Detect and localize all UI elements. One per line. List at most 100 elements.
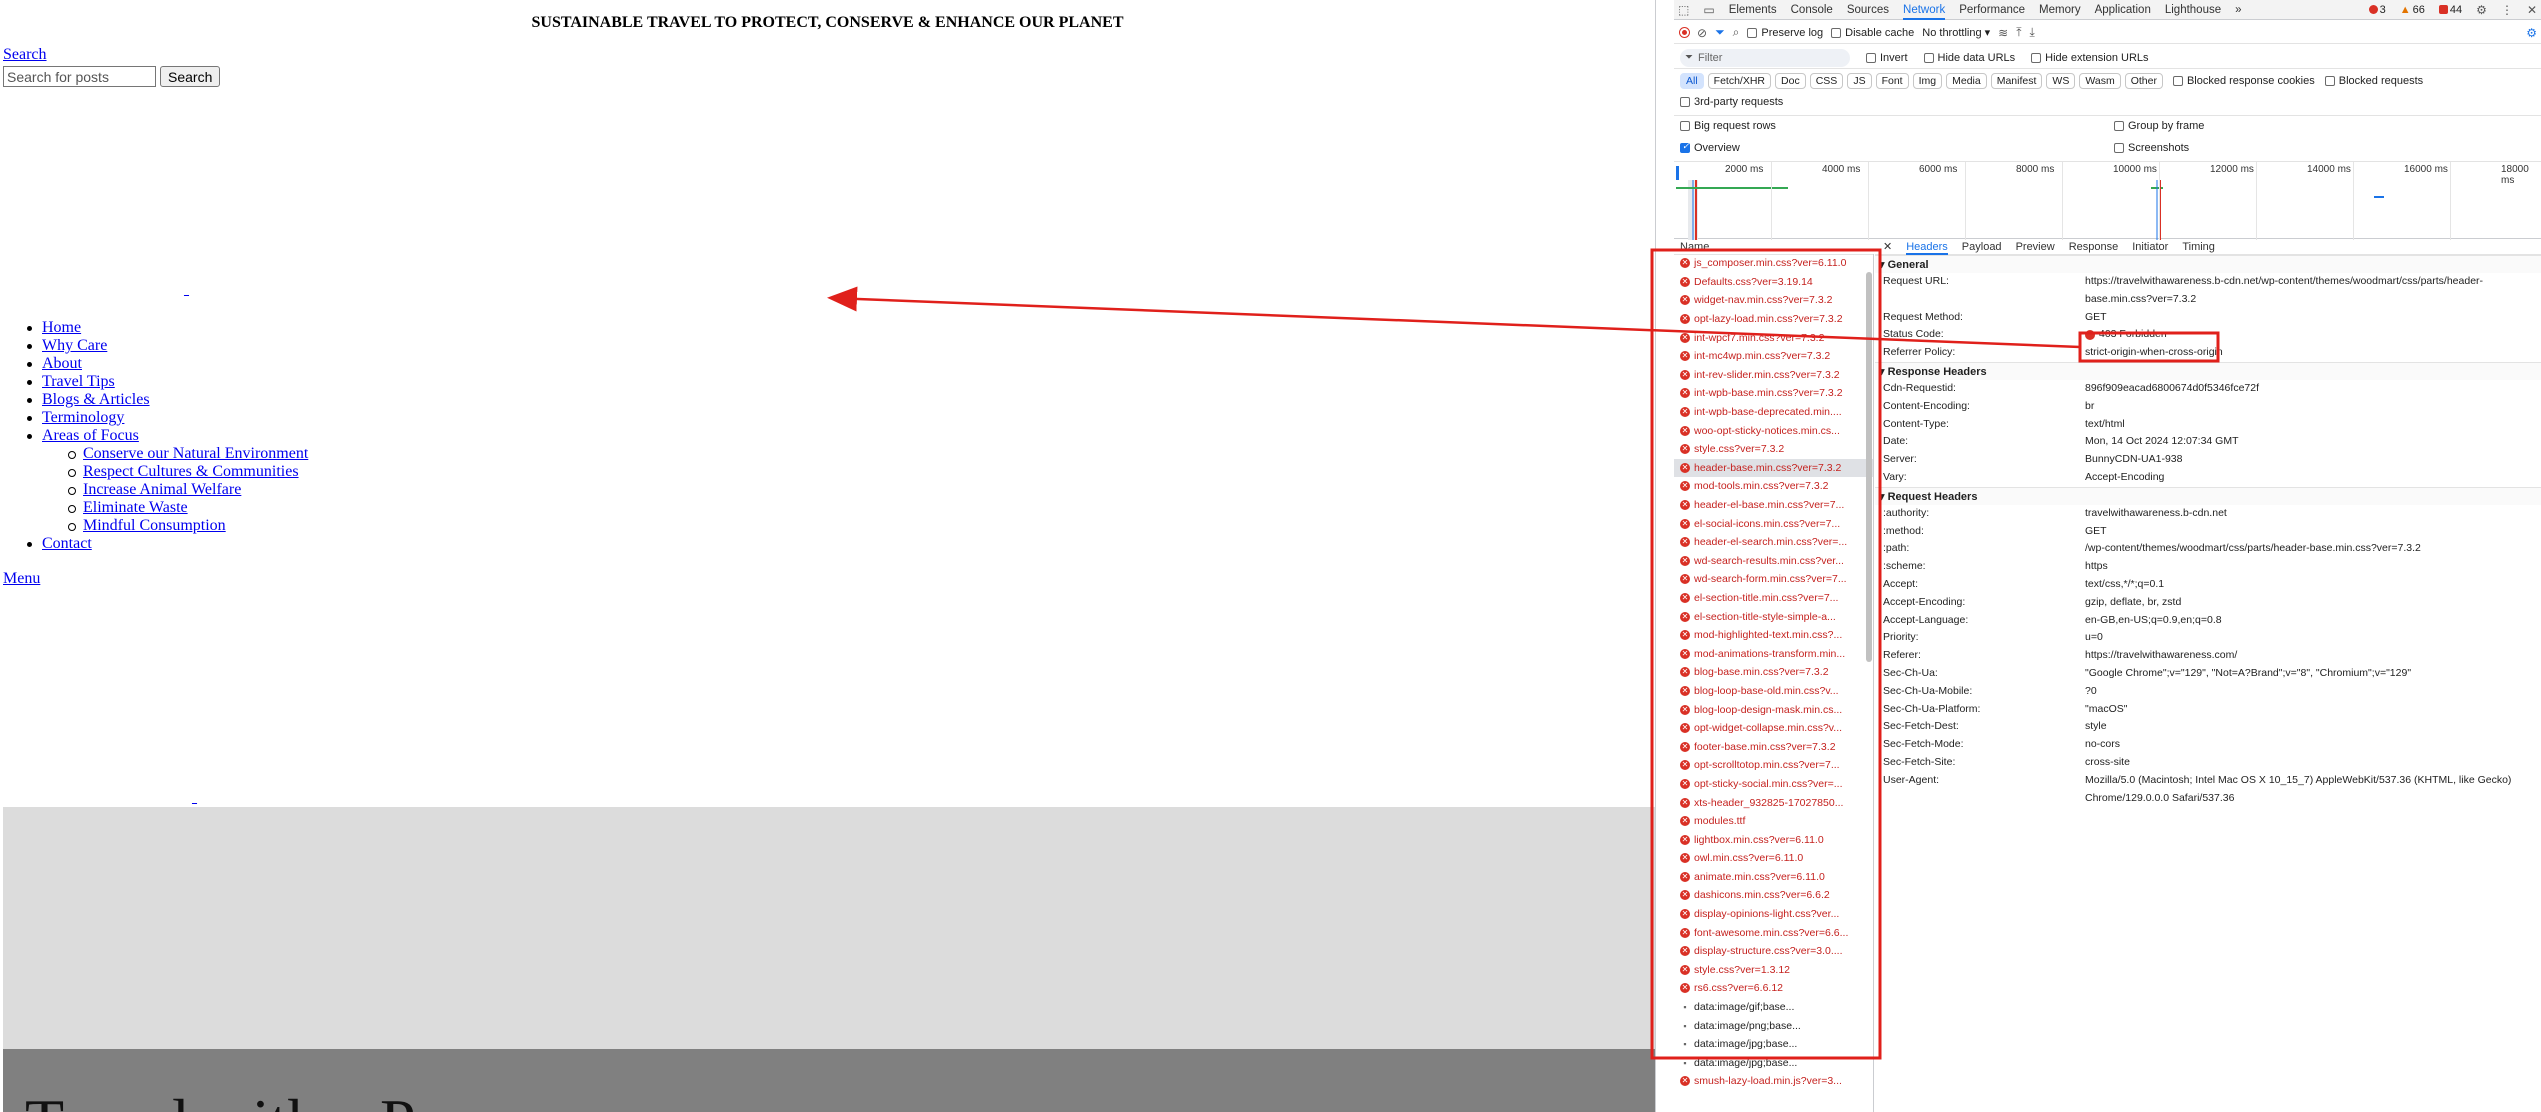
request-row[interactable]: ✕ dashicons.min.css?ver=6.6.2 xyxy=(1674,886,1873,905)
request-row[interactable]: ✕ mod-animations-transform.min... xyxy=(1674,644,1873,663)
request-row[interactable]: ✕ opt-widget-collapse.min.css?v... xyxy=(1674,719,1873,738)
request-row[interactable]: ✕ el-social-icons.min.css?ver=7... xyxy=(1674,514,1873,533)
type-chip-manifest[interactable]: Manifest xyxy=(1990,73,2043,89)
request-row[interactable]: ✕ modules.ttf xyxy=(1674,812,1873,831)
request-row[interactable]: ✕ int-rev-slider.min.css?ver=7.3.2 xyxy=(1674,366,1873,385)
request-row[interactable]: ✕ Defaults.css?ver=3.19.14 xyxy=(1674,273,1873,292)
invert-checkbox[interactable]: Invert xyxy=(1866,52,1908,64)
request-row[interactable]: ✕ opt-sticky-social.min.css?ver=... xyxy=(1674,775,1873,794)
error-count-badge[interactable]: 3 xyxy=(2368,4,2386,16)
request-row[interactable]: ▪ data:image/png;base... xyxy=(1674,1016,1873,1035)
kebab-menu-icon[interactable]: ⋮ xyxy=(2501,3,2513,17)
tab-memory[interactable]: Memory xyxy=(2039,0,2081,20)
detail-tab-headers[interactable]: Headers xyxy=(1906,239,1948,255)
request-row[interactable]: ✕ font-awesome.min.css?ver=6.6... xyxy=(1674,923,1873,942)
device-toggle-icon[interactable]: ▭ xyxy=(1703,3,1714,17)
type-chip-ws[interactable]: WS xyxy=(2046,73,2076,89)
sub-nav-link-mindful[interactable]: Mindful Consumption xyxy=(83,517,226,534)
sub-nav-link-animal[interactable]: Increase Animal Welfare xyxy=(83,481,241,498)
request-row[interactable]: ✕ footer-base.min.css?ver=7.3.2 xyxy=(1674,737,1873,756)
inspect-icon[interactable]: ⬚ xyxy=(1678,3,1689,17)
header-value[interactable]: Mozilla/5.0 (Macintosh; Intel Mac OS X 1… xyxy=(2085,772,2541,808)
request-row[interactable]: ▪ data:image/gif;base... xyxy=(1674,998,1873,1017)
search-link[interactable]: Search xyxy=(3,46,47,64)
blocked-requests-checkbox[interactable]: Blocked requests xyxy=(2324,75,2423,87)
header-value[interactable]: u=0 xyxy=(2085,629,2541,647)
nav-link-home[interactable]: Home xyxy=(42,319,81,336)
type-chip-font[interactable]: Font xyxy=(1875,73,1909,89)
header-value[interactable]: strict-origin-when-cross-origin xyxy=(2085,344,2541,362)
nav-link-terminology[interactable]: Terminology xyxy=(42,409,124,426)
request-row[interactable]: ✕ int-wpcf7.min.css?ver=7.3.2 xyxy=(1674,328,1873,347)
wifi-icon[interactable]: ≋ xyxy=(1998,26,2008,40)
request-row[interactable]: ✕ owl.min.css?ver=6.11.0 xyxy=(1674,849,1873,868)
request-row[interactable]: ▪ data:image/jpg;base... xyxy=(1674,1054,1873,1073)
request-row[interactable]: ✕ lightbox.min.css?ver=6.11.0 xyxy=(1674,830,1873,849)
request-row[interactable]: ✕ rs6.css?ver=6.6.12 xyxy=(1674,979,1873,998)
sub-nav-link-waste[interactable]: Eliminate Waste xyxy=(83,499,188,516)
detail-tab-response[interactable]: Response xyxy=(2069,241,2119,253)
blocked-cookies-checkbox[interactable]: Blocked response cookies xyxy=(2172,75,2315,87)
request-row[interactable]: ▪ data:image/jpg;base... xyxy=(1674,1035,1873,1054)
type-chip-media[interactable]: Media xyxy=(1946,73,1987,89)
gear-icon[interactable]: ⚙ xyxy=(2476,3,2487,17)
header-value[interactable]: no-cors xyxy=(2085,736,2541,754)
detail-tab-initiator[interactable]: Initiator xyxy=(2132,241,2168,253)
nav-link-about[interactable]: About xyxy=(42,355,82,372)
header-value[interactable]: 896f909eacad6800674d0f5346fce72f xyxy=(2085,380,2541,398)
header-value[interactable]: https://travelwithawareness.com/ xyxy=(2085,647,2541,665)
request-row[interactable]: ✕ smush-lazy-load.min.js?ver=3... xyxy=(1674,1072,1873,1091)
header-value[interactable]: "macOS" xyxy=(2085,701,2541,719)
request-row[interactable]: ✕ header-el-search.min.css?ver=... xyxy=(1674,533,1873,552)
request-row[interactable]: ✕ woo-opt-sticky-notices.min.cs... xyxy=(1674,421,1873,440)
request-row[interactable]: ✕ display-structure.css?ver=3.0.... xyxy=(1674,942,1873,961)
close-icon[interactable]: ✕ xyxy=(2527,3,2541,17)
request-row[interactable]: ✕ mod-tools.min.css?ver=7.3.2 xyxy=(1674,477,1873,496)
tab-application[interactable]: Application xyxy=(2095,0,2151,20)
type-chip-img[interactable]: Img xyxy=(1912,73,1943,89)
sub-nav-link-conserve[interactable]: Conserve our Natural Environment xyxy=(83,445,308,462)
header-value[interactable]: travelwithawareness.b-cdn.net xyxy=(2085,505,2541,523)
big-request-rows-checkbox[interactable]: Big request rows xyxy=(1680,120,1776,132)
detail-tab-payload[interactable]: Payload xyxy=(1962,241,2002,253)
request-row[interactable]: ✕ header-base.min.css?ver=7.3.2 xyxy=(1674,458,1873,478)
search-button[interactable]: Search xyxy=(160,66,221,87)
tab-network[interactable]: Network xyxy=(1903,0,1946,20)
request-row[interactable]: ✕ wd-search-results.min.css?ver... xyxy=(1674,552,1873,571)
type-chip-fetch[interactable]: Fetch/XHR xyxy=(1707,73,1772,89)
tab-sources[interactable]: Sources xyxy=(1847,0,1889,20)
request-row[interactable]: ✕ animate.min.css?ver=6.11.0 xyxy=(1674,868,1873,887)
tiny-link[interactable]: _ xyxy=(184,286,189,297)
request-row[interactable]: ✕ js_composer.min.css?ver=6.11.0 xyxy=(1674,254,1873,273)
search-input[interactable] xyxy=(3,66,156,87)
filter-icon[interactable]: ⏷ xyxy=(1715,25,1725,40)
record-icon[interactable] xyxy=(1680,28,1689,37)
header-value[interactable]: gzip, deflate, br, zstd xyxy=(2085,594,2541,612)
nav-link-contact[interactable]: Contact xyxy=(42,535,92,552)
header-value[interactable]: cross-site xyxy=(2085,754,2541,772)
filter-input[interactable]: Filter xyxy=(1680,48,1850,67)
upload-icon[interactable]: ⤒ xyxy=(2016,25,2021,40)
type-chip-wasm[interactable]: Wasm xyxy=(2079,73,2121,89)
download-icon[interactable]: ⤓ xyxy=(2030,25,2035,40)
close-icon[interactable]: ✕ xyxy=(1883,240,1892,253)
detail-tab-timing[interactable]: Timing xyxy=(2182,241,2215,253)
clear-icon[interactable]: ⊘ xyxy=(1697,26,1707,40)
warning-count-badge[interactable]: ▲ 66 xyxy=(2400,4,2425,16)
nav-link-blogs[interactable]: Blogs & Articles xyxy=(42,391,150,408)
header-value[interactable]: text/css,*/*;q=0.1 xyxy=(2085,576,2541,594)
tab-lighthouse[interactable]: Lighthouse xyxy=(2165,0,2221,20)
header-value[interactable]: style xyxy=(2085,718,2541,736)
hide-data-urls-checkbox[interactable]: Hide data URLs xyxy=(1923,52,2015,64)
header-value[interactable]: https://travelwithawareness.b-cdn.net/wp… xyxy=(2085,273,2541,309)
sub-nav-link-respect[interactable]: Respect Cultures & Communities xyxy=(83,463,299,480)
group-by-frame-checkbox[interactable]: Group by frame xyxy=(2114,120,2204,132)
request-row[interactable]: ✕ el-section-title-style-simple-a... xyxy=(1674,607,1873,626)
type-chip-other[interactable]: Other xyxy=(2124,73,2163,89)
detail-tab-preview[interactable]: Preview xyxy=(2016,241,2055,253)
header-value[interactable]: GET xyxy=(2085,523,2541,541)
type-chip-js[interactable]: JS xyxy=(1847,73,1872,89)
request-row[interactable]: ✕ blog-base.min.css?ver=7.3.2 xyxy=(1674,663,1873,682)
nav-link-why-care[interactable]: Why Care xyxy=(42,337,107,354)
tab-console[interactable]: Console xyxy=(1791,0,1833,20)
